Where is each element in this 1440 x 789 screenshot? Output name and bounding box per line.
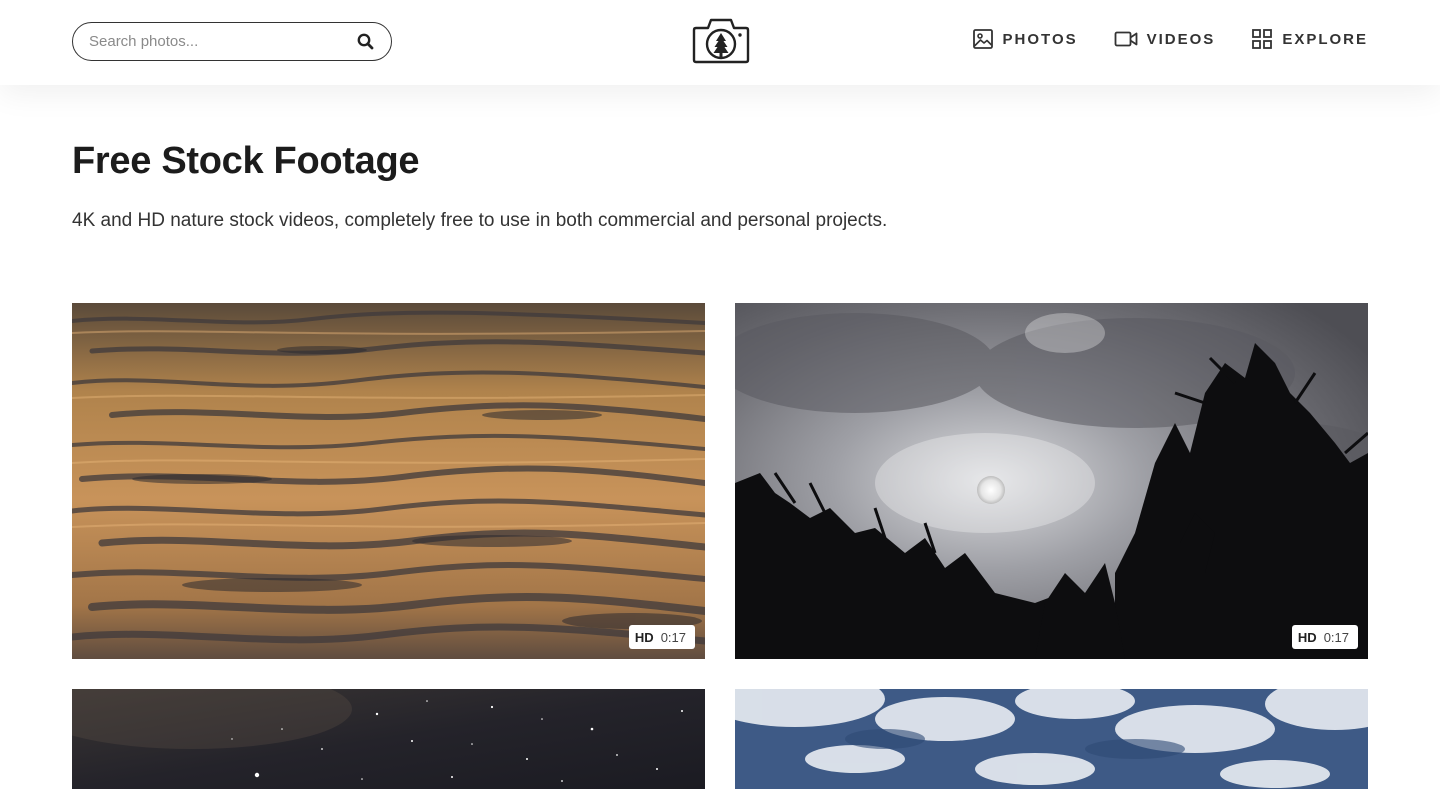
video-card[interactable] (735, 689, 1368, 789)
nav-videos[interactable]: VIDEOS (1114, 30, 1216, 48)
duration-label: 0:17 (660, 629, 686, 645)
video-camera-icon (1114, 31, 1138, 47)
nav-videos-label: VIDEOS (1146, 30, 1216, 48)
grid-icon (1252, 29, 1273, 49)
video-card[interactable]: HD 0:17 (72, 303, 705, 659)
search-icon (357, 33, 373, 50)
search-bar (72, 22, 392, 61)
video-badge: HD 0:17 (628, 625, 695, 649)
duration-label: 0:17 (1323, 629, 1349, 645)
moon-trees-thumbnail (735, 303, 1368, 659)
camera-tree-logo[interactable] (692, 15, 750, 65)
image-icon (972, 29, 993, 49)
video-card[interactable] (72, 689, 705, 789)
clouds-thumbnail (735, 689, 1368, 789)
nav-explore-label: EXPLORE (1282, 30, 1368, 48)
nav-photos[interactable]: PHOTOS (972, 28, 1078, 50)
main-nav: PHOTOS VIDEOS EXPLORE (972, 28, 1368, 50)
water-ripples-thumbnail (72, 303, 705, 659)
site-header: PHOTOS VIDEOS EXPLORE (0, 0, 1440, 85)
search-button[interactable] (355, 32, 375, 52)
page-subtitle: 4K and HD nature stock videos, completel… (72, 210, 888, 231)
nav-photos-label: PHOTOS (1002, 30, 1078, 48)
search-input[interactable] (89, 33, 355, 50)
quality-label: HD (634, 629, 654, 645)
starry-sky-thumbnail (72, 689, 705, 789)
video-badge: HD 0:17 (1291, 625, 1358, 649)
video-card[interactable]: HD 0:17 (735, 303, 1368, 659)
nav-explore[interactable]: EXPLORE (1251, 28, 1368, 50)
page-title: Free Stock Footage (72, 140, 420, 182)
quality-label: HD (1297, 629, 1317, 645)
